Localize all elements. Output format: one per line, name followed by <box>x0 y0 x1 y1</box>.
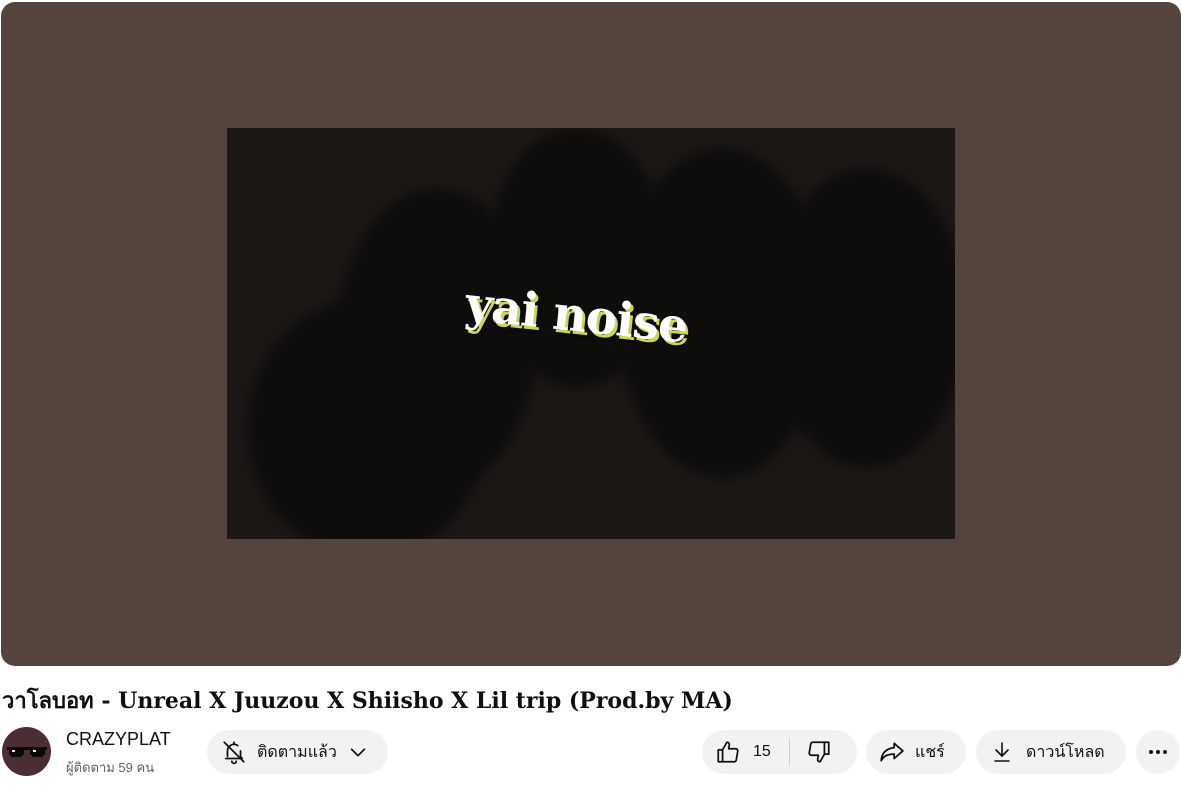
more-actions-button[interactable] <box>1136 730 1180 774</box>
bell-off-icon <box>223 741 245 765</box>
download-button[interactable]: ดาวน์โหลด <box>976 730 1126 774</box>
download-label: ดาวน์โหลด <box>1026 743 1105 761</box>
pixel-sunglasses-icon <box>7 747 47 757</box>
thumbs-up-icon[interactable] <box>715 739 741 765</box>
subscriber-count: ผู้ติดตาม 59 คน <box>66 760 155 775</box>
more-horizontal-icon <box>1149 750 1167 754</box>
channel-name[interactable]: CRAZYPLAT <box>66 729 171 750</box>
video-title: วาโลบอท - Unreal X Juuzou X Shiisho X Li… <box>2 688 733 714</box>
download-icon <box>994 742 1010 762</box>
video-player[interactable]: yai noise <box>1 2 1181 666</box>
subscribe-button[interactable]: ติดตามแล้ว <box>207 730 388 774</box>
video-frame: yai noise <box>227 128 955 539</box>
share-label: แชร์ <box>915 743 945 761</box>
thumbs-down-icon <box>808 741 830 763</box>
like-dislike-group: 15 <box>702 730 857 774</box>
share-arrow-icon <box>880 742 904 762</box>
silhouette-4 <box>767 168 955 468</box>
like-divider <box>788 738 790 766</box>
dislike-button[interactable] <box>806 739 832 765</box>
chevron-down-icon <box>350 748 366 757</box>
subscribe-label: ติดตามแล้ว <box>257 743 337 761</box>
channel-avatar[interactable] <box>2 727 51 776</box>
share-button[interactable]: แชร์ <box>866 730 966 774</box>
like-count: 15 <box>753 743 771 760</box>
